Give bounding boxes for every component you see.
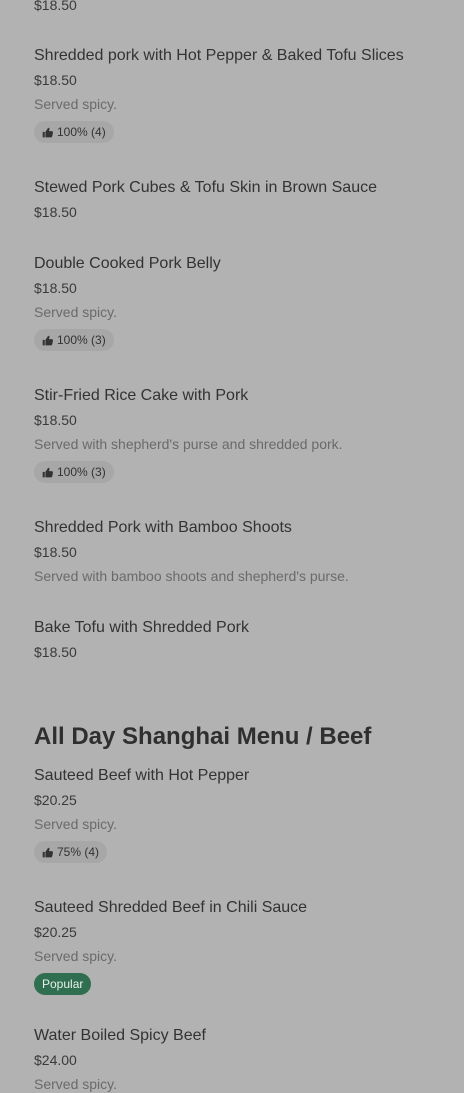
menu-item[interactable]: Sauteed Beef with Hot Pepper $20.25 Serv…	[34, 766, 249, 863]
menu-item[interactable]: Sauteed Shredded Beef in Chili Sauce $20…	[34, 898, 307, 995]
menu-item[interactable]: Shredded Pork with Bamboo Shoots $18.50 …	[34, 518, 349, 585]
thumbs-up-icon	[42, 335, 53, 345]
menu-item-name: Water Boiled Spicy Beef	[34, 1027, 206, 1044]
thumbs-up-icon	[42, 847, 53, 857]
menu-item-name: Double Cooked Pork Belly	[34, 255, 221, 272]
rating-badge: 100% (3)	[34, 461, 114, 483]
section-title: All Day Shanghai Menu / Beef	[34, 723, 372, 750]
menu-item-description: Served with shepherd's purse and shredde…	[34, 436, 343, 452]
menu-item-name: Sauteed Shredded Beef in Chili Sauce	[34, 899, 308, 916]
menu-item-price: $18.50	[34, 0, 77, 13]
menu-item-price: $18.50	[34, 412, 77, 428]
menu-item[interactable]: Stir-Fried Rice Cake with Pork $18.50 Se…	[34, 386, 343, 483]
rating-text: 100% (4)	[57, 125, 106, 139]
rating-badge: 100% (3)	[34, 329, 114, 351]
menu-item-name: Shredded pork with Hot Pepper & Baked To…	[34, 47, 404, 64]
rating-text: 100% (3)	[57, 465, 106, 479]
menu-item-description: Served spicy.	[34, 1076, 117, 1092]
menu-item-description: Served spicy.	[34, 304, 117, 320]
menu-item[interactable]: Bake Tofu with Shredded Pork $18.50	[34, 618, 249, 661]
menu-item[interactable]: Stewed Pork Cubes & Tofu Skin in Brown S…	[34, 178, 377, 221]
rating-text: 75% (4)	[57, 845, 100, 859]
menu-item[interactable]: Double Cooked Pork Belly $18.50 Served s…	[34, 254, 221, 351]
rating-badge: 75% (4)	[34, 841, 108, 863]
menu-item-price: $18.50	[34, 280, 77, 296]
menu-item-name: Bake Tofu with Shredded Pork	[34, 619, 249, 636]
menu-item-description: Served spicy.	[34, 948, 117, 964]
menu-item-description: Served spicy.	[34, 96, 117, 112]
popular-badge: Popular	[34, 973, 92, 995]
menu-item-price: $18.50	[34, 644, 77, 660]
menu-item-name: Stir-Fried Rice Cake with Pork	[34, 387, 249, 404]
menu-item-name: Stewed Pork Cubes & Tofu Skin in Brown S…	[34, 179, 377, 196]
menu-item[interactable]: Shredded pork with Hot Pepper & Baked To…	[34, 46, 404, 143]
menu-item-description: Served spicy.	[34, 816, 117, 832]
rating-badge: 100% (4)	[34, 121, 114, 143]
rating-text: 100% (3)	[57, 333, 106, 347]
menu-item-price: $18.50	[34, 544, 77, 560]
menu-item-description: Served with bamboo shoots and shepherd's…	[34, 568, 349, 584]
menu-item-price: $20.25	[34, 924, 77, 940]
thumbs-up-icon	[42, 467, 53, 477]
menu-item-name: Sauteed Beef with Hot Pepper	[34, 767, 250, 784]
menu-item-price: $18.50	[34, 204, 77, 220]
menu-item-price: $20.25	[34, 792, 77, 808]
thumbs-up-icon	[42, 127, 53, 137]
menu-item-price: $24.00	[34, 1052, 77, 1068]
menu-item-name: Shredded Pork with Bamboo Shoots	[34, 519, 292, 536]
menu-item-price: $18.50	[34, 72, 77, 88]
